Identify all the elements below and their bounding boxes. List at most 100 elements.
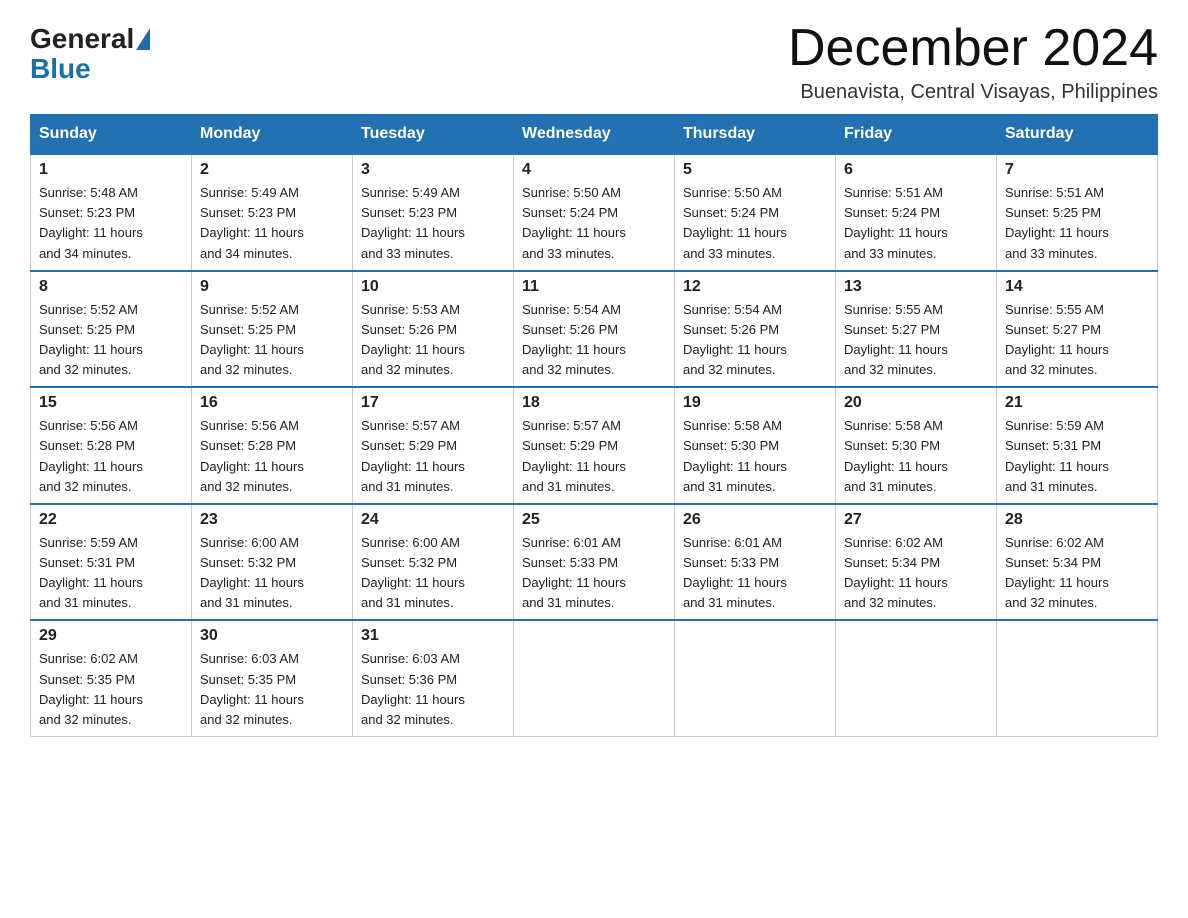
calendar-cell: 31 Sunrise: 6:03 AMSunset: 5:36 PMDayligh…	[353, 620, 514, 736]
day-info: Sunrise: 5:51 AMSunset: 5:25 PMDaylight:…	[1005, 183, 1149, 264]
day-number: 10	[361, 278, 505, 296]
day-number: 7	[1005, 161, 1149, 179]
day-number: 22	[39, 511, 183, 529]
header: General Blue December 2024 Buenavista, C…	[30, 20, 1158, 104]
calendar-cell: 4 Sunrise: 5:50 AMSunset: 5:24 PMDaylight…	[514, 154, 675, 271]
calendar-cell: 28 Sunrise: 6:02 AMSunset: 5:34 PMDayligh…	[997, 504, 1158, 621]
calendar-cell: 7 Sunrise: 5:51 AMSunset: 5:25 PMDaylight…	[997, 154, 1158, 271]
calendar-cell	[997, 620, 1158, 736]
calendar-cell: 3Sunrise: 5:49 AMSunset: 5:23 PMDaylight…	[353, 154, 514, 271]
day-number: 28	[1005, 511, 1149, 529]
day-number: 26	[683, 511, 827, 529]
day-info: Sunrise: 5:53 AMSunset: 5:26 PMDaylight:…	[361, 300, 505, 381]
day-info: Sunrise: 5:59 AMSunset: 5:31 PMDaylight:…	[1005, 416, 1149, 497]
calendar-cell: 8 Sunrise: 5:52 AMSunset: 5:25 PMDaylight…	[31, 271, 192, 388]
day-info: Sunrise: 5:50 AMSunset: 5:24 PMDaylight:…	[522, 183, 666, 264]
calendar-cell: 29 Sunrise: 6:02 AMSunset: 5:35 PMDayligh…	[31, 620, 192, 736]
day-info: Sunrise: 6:00 AMSunset: 5:32 PMDaylight:…	[361, 533, 505, 614]
day-info: Sunrise: 6:00 AMSunset: 5:32 PMDaylight:…	[200, 533, 344, 614]
day-info: Sunrise: 5:59 AMSunset: 5:31 PMDaylight:…	[39, 533, 183, 614]
calendar-cell: 17 Sunrise: 5:57 AMSunset: 5:29 PMDayligh…	[353, 387, 514, 504]
calendar-cell: 15 Sunrise: 5:56 AMSunset: 5:28 PMDayligh…	[31, 387, 192, 504]
calendar-cell: 6Sunrise: 5:51 AMSunset: 5:24 PMDaylight…	[836, 154, 997, 271]
calendar-week-row: 15 Sunrise: 5:56 AMSunset: 5:28 PMDayligh…	[31, 387, 1158, 504]
day-number: 2	[200, 161, 344, 179]
calendar-cell: 20Sunrise: 5:58 AMSunset: 5:30 PMDayligh…	[836, 387, 997, 504]
calendar-cell: 12 Sunrise: 5:54 AMSunset: 5:26 PMDayligh…	[675, 271, 836, 388]
calendar-cell	[675, 620, 836, 736]
logo-general: General	[30, 25, 134, 53]
day-number: 3	[361, 161, 505, 179]
calendar-body: 1 Sunrise: 5:48 AMSunset: 5:23 PMDaylight…	[31, 154, 1158, 736]
logo-blue: Blue	[30, 53, 91, 85]
day-number: 1	[39, 161, 183, 179]
logo-text: General	[30, 25, 152, 53]
day-info: Sunrise: 5:57 AMSunset: 5:29 PMDaylight:…	[361, 416, 505, 497]
location-subtitle: Buenavista, Central Visayas, Philippines	[788, 81, 1158, 104]
day-info: Sunrise: 5:52 AMSunset: 5:25 PMDaylight:…	[200, 300, 344, 381]
day-info: Sunrise: 5:56 AMSunset: 5:28 PMDaylight:…	[200, 416, 344, 497]
weekday-header-thursday: Thursday	[675, 115, 836, 155]
day-info: Sunrise: 6:03 AMSunset: 5:35 PMDaylight:…	[200, 649, 344, 730]
day-number: 15	[39, 394, 183, 412]
day-info: Sunrise: 5:50 AMSunset: 5:24 PMDaylight:…	[683, 183, 827, 264]
day-number: 30	[200, 627, 344, 645]
day-number: 5	[683, 161, 827, 179]
calendar-cell: 18 Sunrise: 5:57 AMSunset: 5:29 PMDayligh…	[514, 387, 675, 504]
logo-triangle-icon	[136, 28, 150, 50]
calendar-cell: 11 Sunrise: 5:54 AMSunset: 5:26 PMDayligh…	[514, 271, 675, 388]
day-info: Sunrise: 5:56 AMSunset: 5:28 PMDaylight:…	[39, 416, 183, 497]
day-number: 11	[522, 278, 666, 296]
day-info: Sunrise: 5:54 AMSunset: 5:26 PMDaylight:…	[522, 300, 666, 381]
day-info: Sunrise: 6:02 AMSunset: 5:35 PMDaylight:…	[39, 649, 183, 730]
weekday-header-monday: Monday	[192, 115, 353, 155]
day-number: 27	[844, 511, 988, 529]
day-number: 9	[200, 278, 344, 296]
day-number: 4	[522, 161, 666, 179]
day-number: 17	[361, 394, 505, 412]
day-info: Sunrise: 5:58 AMSunset: 5:30 PMDaylight:…	[683, 416, 827, 497]
day-number: 20	[844, 394, 988, 412]
day-number: 16	[200, 394, 344, 412]
calendar-cell: 13 Sunrise: 5:55 AMSunset: 5:27 PMDayligh…	[836, 271, 997, 388]
day-number: 13	[844, 278, 988, 296]
calendar-cell	[514, 620, 675, 736]
month-year-title: December 2024	[788, 20, 1158, 77]
calendar-week-row: 22 Sunrise: 5:59 AMSunset: 5:31 PMDayligh…	[31, 504, 1158, 621]
day-info: Sunrise: 6:03 AMSunset: 5:36 PMDaylight:…	[361, 649, 505, 730]
day-info: Sunrise: 5:52 AMSunset: 5:25 PMDaylight:…	[39, 300, 183, 381]
calendar-week-row: 29 Sunrise: 6:02 AMSunset: 5:35 PMDayligh…	[31, 620, 1158, 736]
day-number: 23	[200, 511, 344, 529]
calendar-cell: 27 Sunrise: 6:02 AMSunset: 5:34 PMDayligh…	[836, 504, 997, 621]
day-number: 31	[361, 627, 505, 645]
calendar-cell	[836, 620, 997, 736]
calendar-cell: 23 Sunrise: 6:00 AMSunset: 5:32 PMDayligh…	[192, 504, 353, 621]
day-info: Sunrise: 5:48 AMSunset: 5:23 PMDaylight:…	[39, 183, 183, 264]
weekday-header-tuesday: Tuesday	[353, 115, 514, 155]
day-number: 24	[361, 511, 505, 529]
day-info: Sunrise: 5:54 AMSunset: 5:26 PMDaylight:…	[683, 300, 827, 381]
day-number: 29	[39, 627, 183, 645]
day-info: Sunrise: 5:55 AMSunset: 5:27 PMDaylight:…	[844, 300, 988, 381]
weekday-header-row: SundayMondayTuesdayWednesdayThursdayFrid…	[31, 115, 1158, 155]
day-number: 8	[39, 278, 183, 296]
calendar-table: SundayMondayTuesdayWednesdayThursdayFrid…	[30, 114, 1158, 737]
calendar-cell: 1 Sunrise: 5:48 AMSunset: 5:23 PMDaylight…	[31, 154, 192, 271]
calendar-cell: 16 Sunrise: 5:56 AMSunset: 5:28 PMDayligh…	[192, 387, 353, 504]
calendar-cell: 14Sunrise: 5:55 AMSunset: 5:27 PMDayligh…	[997, 271, 1158, 388]
day-number: 14	[1005, 278, 1149, 296]
day-info: Sunrise: 5:49 AMSunset: 5:23 PMDaylight:…	[200, 183, 344, 264]
day-info: Sunrise: 5:51 AMSunset: 5:24 PMDaylight:…	[844, 183, 988, 264]
calendar-cell: 5 Sunrise: 5:50 AMSunset: 5:24 PMDaylight…	[675, 154, 836, 271]
day-info: Sunrise: 6:01 AMSunset: 5:33 PMDaylight:…	[683, 533, 827, 614]
day-info: Sunrise: 6:02 AMSunset: 5:34 PMDaylight:…	[1005, 533, 1149, 614]
day-number: 18	[522, 394, 666, 412]
calendar-cell: 2 Sunrise: 5:49 AMSunset: 5:23 PMDaylight…	[192, 154, 353, 271]
day-info: Sunrise: 6:02 AMSunset: 5:34 PMDaylight:…	[844, 533, 988, 614]
calendar-cell: 25Sunrise: 6:01 AMSunset: 5:33 PMDayligh…	[514, 504, 675, 621]
day-number: 12	[683, 278, 827, 296]
title-block: December 2024 Buenavista, Central Visaya…	[788, 20, 1158, 104]
calendar-cell: 26 Sunrise: 6:01 AMSunset: 5:33 PMDayligh…	[675, 504, 836, 621]
day-info: Sunrise: 6:01 AMSunset: 5:33 PMDaylight:…	[522, 533, 666, 614]
day-info: Sunrise: 5:57 AMSunset: 5:29 PMDaylight:…	[522, 416, 666, 497]
